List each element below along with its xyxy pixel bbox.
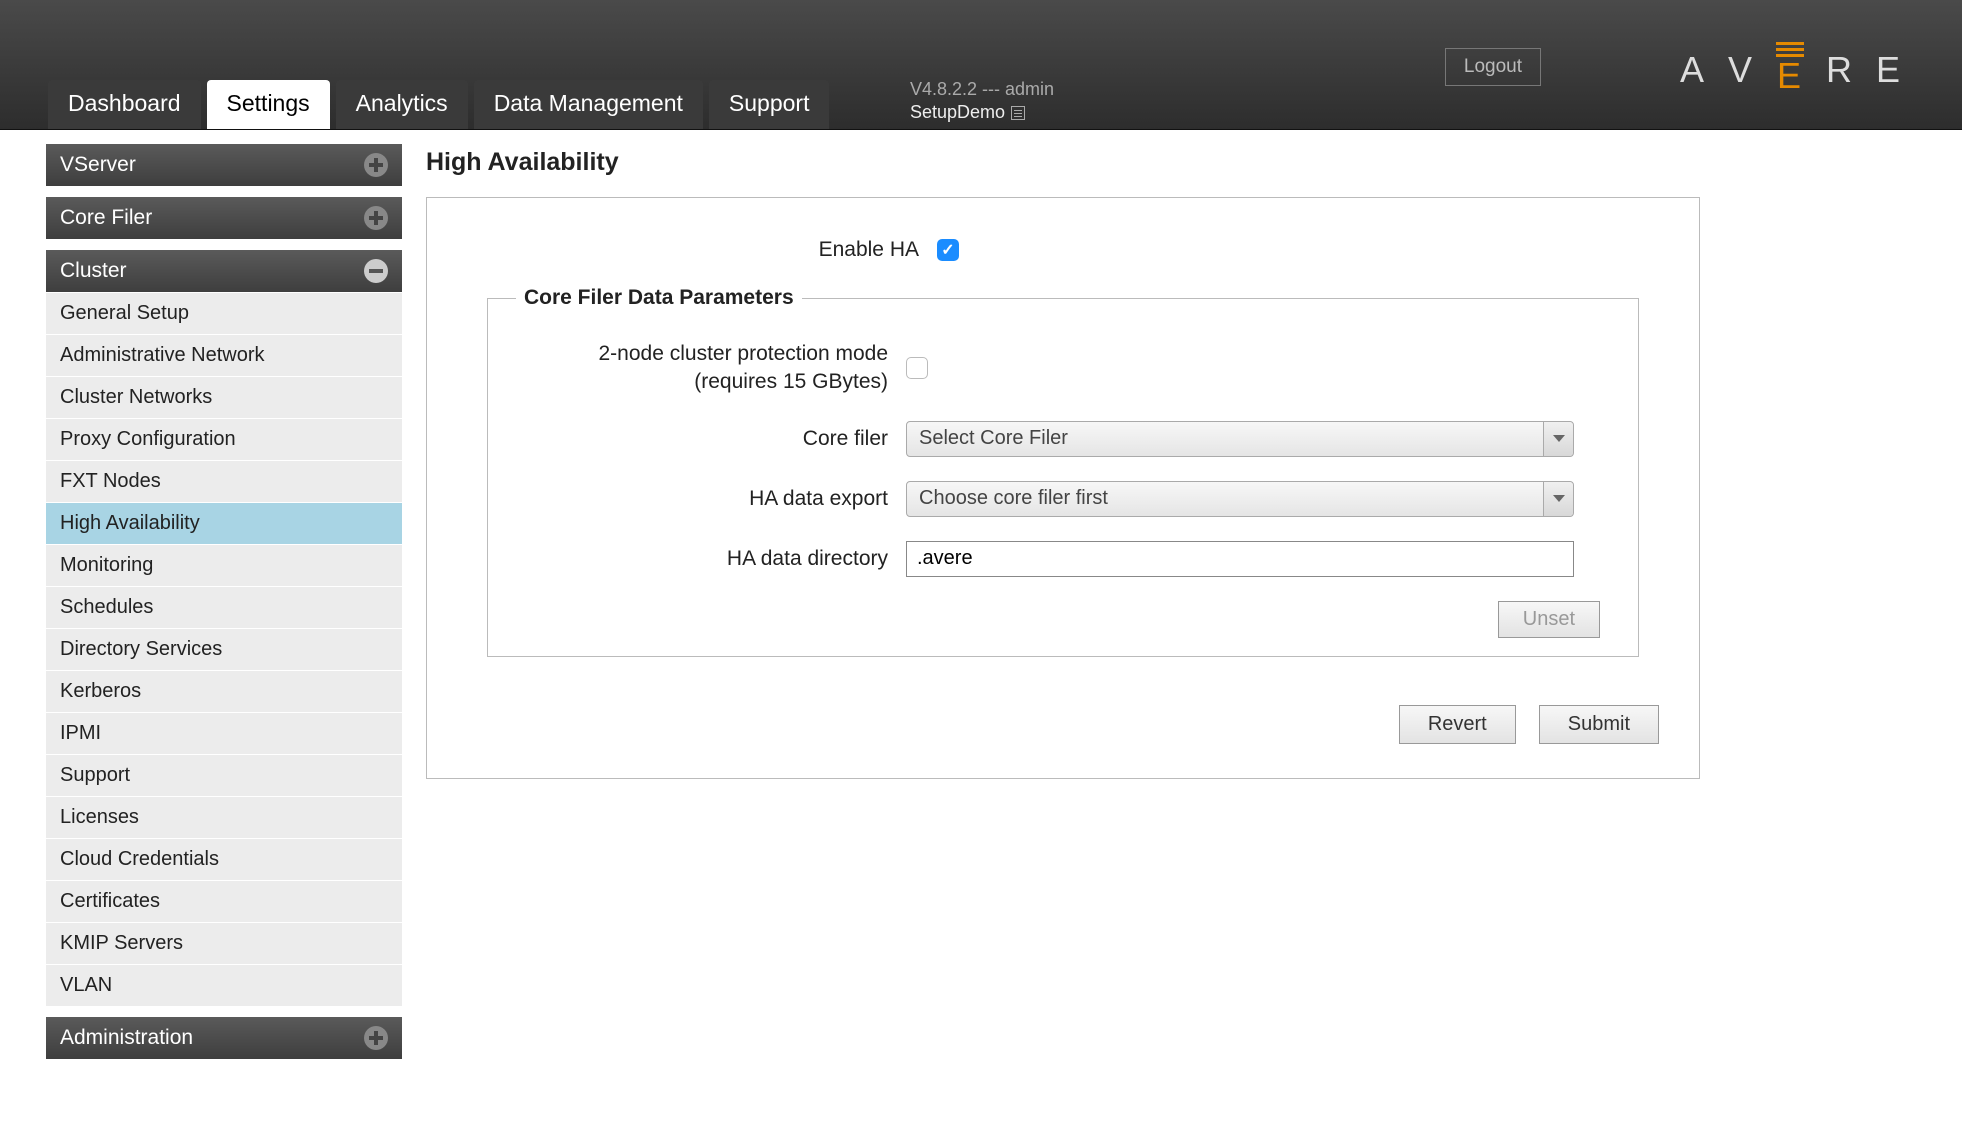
sidebar-item-administrative-network[interactable]: Administrative Network bbox=[46, 335, 402, 377]
sidebar-item-high-availability[interactable]: High Availability bbox=[46, 503, 402, 545]
core-filer-select-value: Select Core Filer bbox=[907, 427, 1068, 450]
two-node-checkbox[interactable] bbox=[906, 357, 928, 379]
sidebar-cluster-list: General Setup Administrative Network Clu… bbox=[46, 293, 402, 1007]
sidebar-section-administration[interactable]: Administration bbox=[46, 1017, 402, 1060]
logo-letter: V bbox=[1728, 49, 1754, 91]
sidebar-item-schedules[interactable]: Schedules bbox=[46, 587, 402, 629]
sidebar-section-label: Administration bbox=[60, 1026, 193, 1050]
sidebar-section-label: VServer bbox=[60, 153, 136, 177]
sidebar-section-core-filer[interactable]: Core Filer bbox=[46, 197, 402, 240]
logo-letter: A bbox=[1680, 49, 1706, 91]
chevron-down-icon bbox=[1543, 482, 1573, 516]
tab-analytics[interactable]: Analytics bbox=[336, 80, 468, 129]
sidebar-item-cluster-networks[interactable]: Cluster Networks bbox=[46, 377, 402, 419]
sidebar-item-directory-services[interactable]: Directory Services bbox=[46, 629, 402, 671]
tab-data-management[interactable]: Data Management bbox=[474, 80, 703, 129]
submit-button[interactable]: Submit bbox=[1539, 705, 1659, 744]
enable-ha-checkbox[interactable] bbox=[937, 239, 959, 261]
core-filer-select[interactable]: Select Core Filer bbox=[906, 421, 1574, 457]
ha-panel: Enable HA Core Filer Data Parameters 2-n… bbox=[426, 197, 1700, 779]
ha-dir-input[interactable] bbox=[906, 541, 1574, 577]
plus-icon bbox=[364, 153, 388, 177]
cluster-name: SetupDemo bbox=[910, 101, 1005, 124]
main-area: High Availability Enable HA Core Filer D… bbox=[402, 144, 1962, 1070]
sidebar-item-ipmi[interactable]: IPMI bbox=[46, 713, 402, 755]
ha-export-label: HA data export bbox=[516, 487, 906, 511]
sidebar-item-monitoring[interactable]: Monitoring bbox=[46, 545, 402, 587]
logo: A V E R E bbox=[1680, 42, 1902, 97]
logo-letter-e: E bbox=[1776, 42, 1804, 97]
tab-dashboard[interactable]: Dashboard bbox=[48, 80, 201, 129]
list-icon[interactable] bbox=[1011, 106, 1025, 120]
page-title: High Availability bbox=[426, 148, 1962, 177]
sidebar-section-label: Cluster bbox=[60, 259, 127, 283]
sidebar-section-label: Core Filer bbox=[60, 206, 152, 230]
unset-button[interactable]: Unset bbox=[1498, 601, 1600, 638]
plus-icon bbox=[364, 206, 388, 230]
sidebar-item-licenses[interactable]: Licenses bbox=[46, 797, 402, 839]
ha-export-select[interactable]: Choose core filer first bbox=[906, 481, 1574, 517]
main-tabs: Dashboard Settings Analytics Data Manage… bbox=[48, 80, 829, 129]
chevron-down-icon bbox=[1543, 422, 1573, 456]
sidebar-item-general-setup[interactable]: General Setup bbox=[46, 293, 402, 335]
logo-letter: E bbox=[1876, 49, 1902, 91]
revert-button[interactable]: Revert bbox=[1399, 705, 1516, 744]
enable-ha-label: Enable HA bbox=[457, 238, 937, 262]
logo-letter: R bbox=[1826, 49, 1854, 91]
header-meta: V4.8.2.2 --- admin SetupDemo bbox=[910, 78, 1054, 125]
plus-icon bbox=[364, 1026, 388, 1050]
sidebar-item-kerberos[interactable]: Kerberos bbox=[46, 671, 402, 713]
core-filer-label: Core filer bbox=[516, 427, 906, 451]
ha-dir-label: HA data directory bbox=[516, 547, 906, 571]
core-filer-params-fieldset: Core Filer Data Parameters 2-node cluste… bbox=[487, 286, 1639, 657]
sidebar-item-kmip-servers[interactable]: KMIP Servers bbox=[46, 923, 402, 965]
sidebar-item-cloud-credentials[interactable]: Cloud Credentials bbox=[46, 839, 402, 881]
ha-export-select-value: Choose core filer first bbox=[907, 487, 1108, 510]
tab-settings[interactable]: Settings bbox=[207, 80, 330, 129]
sidebar-item-fxt-nodes[interactable]: FXT Nodes bbox=[46, 461, 402, 503]
sidebar-section-vserver[interactable]: VServer bbox=[46, 144, 402, 187]
fieldset-legend: Core Filer Data Parameters bbox=[516, 286, 802, 310]
sidebar: VServer Core Filer Cluster General Setup… bbox=[46, 144, 402, 1070]
logout-button[interactable]: Logout bbox=[1445, 48, 1541, 86]
sidebar-item-support[interactable]: Support bbox=[46, 755, 402, 797]
topbar: Logout A V E R E V4.8.2.2 --- admin Setu… bbox=[0, 0, 1962, 130]
version-text: V4.8.2.2 --- admin bbox=[910, 78, 1054, 101]
tab-support[interactable]: Support bbox=[709, 80, 830, 129]
two-node-label: 2-node cluster protection mode (requires… bbox=[516, 340, 906, 397]
sidebar-item-certificates[interactable]: Certificates bbox=[46, 881, 402, 923]
sidebar-item-proxy-configuration[interactable]: Proxy Configuration bbox=[46, 419, 402, 461]
minus-icon bbox=[364, 259, 388, 283]
sidebar-item-vlan[interactable]: VLAN bbox=[46, 965, 402, 1007]
sidebar-section-cluster[interactable]: Cluster bbox=[46, 250, 402, 293]
